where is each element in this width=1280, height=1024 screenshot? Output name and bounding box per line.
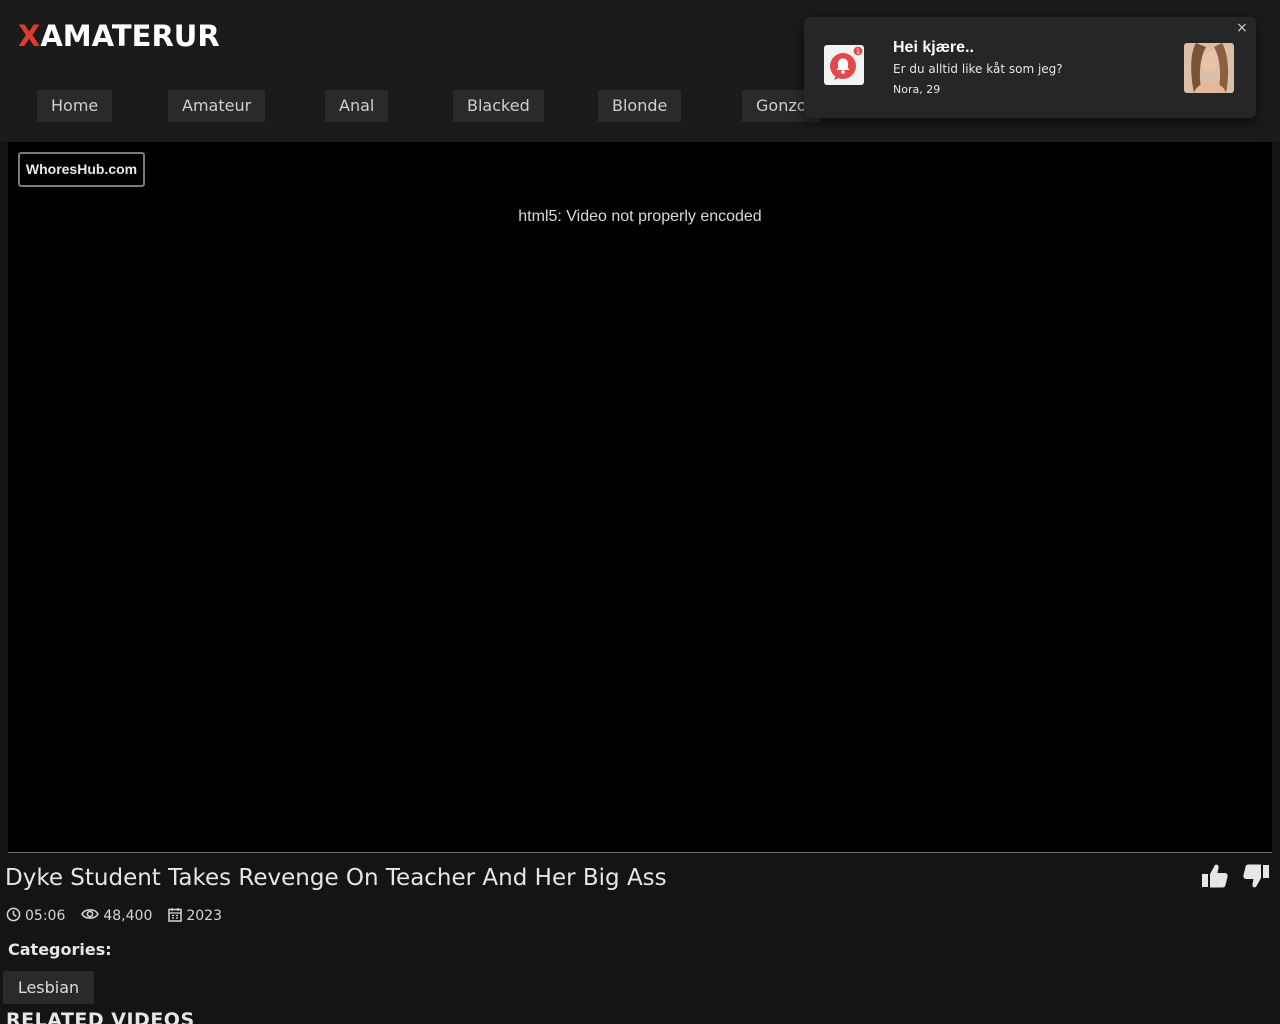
thumbs-up-icon[interactable] [1201, 862, 1229, 890]
categories-label: Categories: [8, 940, 112, 959]
nav-item-blacked[interactable]: Blacked [453, 90, 544, 122]
notification-badge-count: 1 [856, 48, 860, 56]
clock-icon [6, 907, 25, 926]
eye-icon [81, 907, 103, 925]
nav-item-anal[interactable]: Anal [325, 90, 389, 122]
nav-item-home[interactable]: Home [37, 90, 113, 122]
year-value: 2023 [186, 908, 222, 924]
logo-text: AMATERUR [40, 19, 220, 53]
meta-year: 2023 [168, 907, 222, 926]
meta-views: 48,400 [81, 907, 152, 925]
category-tag-lesbian[interactable]: Lesbian [3, 971, 94, 1004]
nav-item-blonde[interactable]: Blonde [598, 90, 682, 122]
popup-sender-name: Nora, 29 [893, 83, 941, 96]
player-progress-line [8, 852, 1272, 853]
thumbs-down-icon[interactable] [1242, 862, 1270, 890]
notification-popup[interactable]: × 1 Hei kjære.. Er du alltid like kåt so… [804, 17, 1256, 118]
logo-x: X [18, 19, 41, 53]
video-meta: 05:06 48,400 2023 [6, 906, 238, 926]
meta-duration: 05:06 [6, 907, 65, 926]
site-logo[interactable]: X AMATERUR [18, 18, 220, 54]
video-player[interactable]: WhoresHub.com html5: Video not properly … [8, 142, 1272, 853]
video-title: Dyke Student Takes Revenge On Teacher An… [5, 865, 667, 891]
avatar [1184, 43, 1234, 93]
related-videos-heading: RELATED VIDEOS [6, 1009, 195, 1024]
popup-message: Er du alltid like kåt som jeg? [893, 62, 1063, 76]
nav-item-amateur[interactable]: Amateur [168, 90, 266, 122]
popup-title: Hei kjære.. [893, 39, 974, 56]
views-value: 48,400 [103, 908, 153, 924]
chat-notification-icon: 1 [824, 45, 864, 85]
duration-value: 05:06 [25, 908, 66, 924]
calendar-icon [168, 907, 186, 926]
video-error-message: html5: Video not properly encoded [518, 208, 762, 225]
close-icon[interactable]: × [1234, 20, 1250, 36]
player-watermark[interactable]: WhoresHub.com [18, 152, 145, 187]
